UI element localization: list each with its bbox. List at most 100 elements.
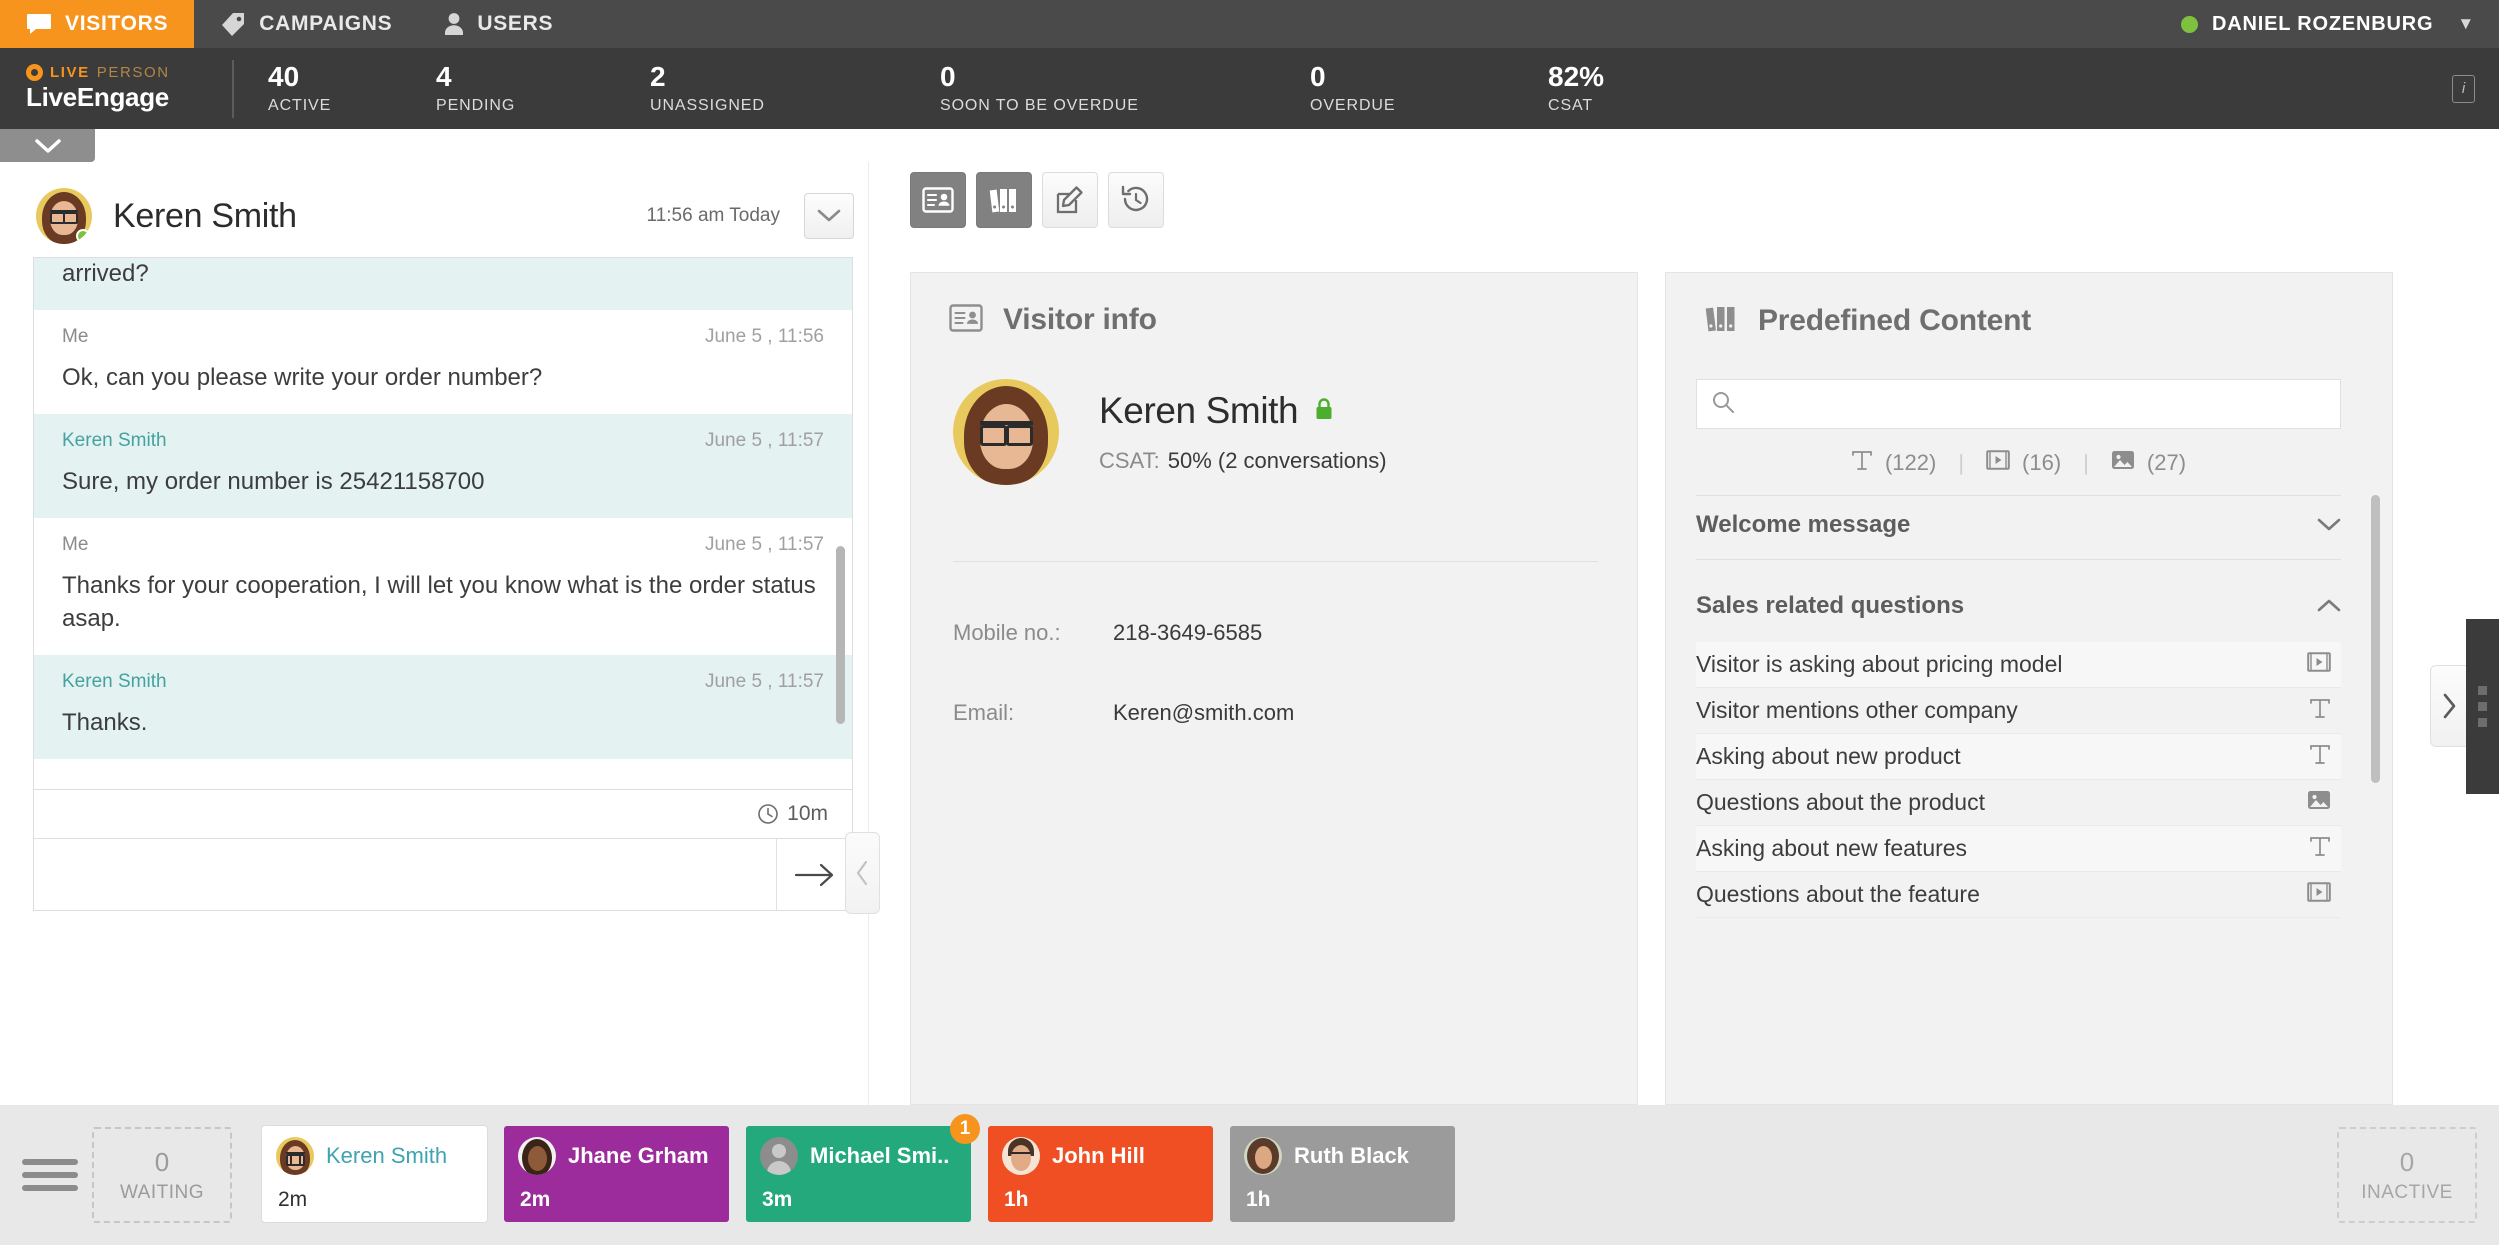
search-input[interactable] <box>1747 392 2326 416</box>
image-icon <box>2111 449 2135 477</box>
nav-tab-visitors[interactable]: VISITORS <box>0 0 195 48</box>
divider <box>1696 559 2341 560</box>
kpi-overdue[interactable]: 0 OVERDUE <box>1276 61 1514 115</box>
conversation-chip-john-hill[interactable]: John Hill 1h <box>988 1126 1213 1222</box>
predefined-content-search[interactable] <box>1696 379 2341 429</box>
chat-message-author: Me <box>62 326 89 348</box>
chevron-down-icon <box>817 209 841 222</box>
conversation-chip-keren-smith[interactable]: Keren Smith 2m <box>262 1126 487 1222</box>
inactive-label: INACTIVE <box>2361 1181 2453 1203</box>
chat-duration-value: 10m <box>787 802 828 825</box>
tag-icon <box>220 12 246 36</box>
predefined-item-1[interactable]: Visitor mentions other company <box>1696 688 2341 734</box>
predefined-content-icon[interactable] <box>976 172 1032 228</box>
kpi-active[interactable]: 40 ACTIVE <box>234 61 402 115</box>
avatar <box>1002 1137 1040 1175</box>
predefined-item-3[interactable]: Questions about the product <box>1696 780 2341 826</box>
liveperson-gear-icon <box>26 64 43 81</box>
predefined-item-4[interactable]: Asking about new features <box>1696 826 2341 872</box>
predefined-item-5[interactable]: Questions about the feature <box>1696 872 2341 918</box>
conversation-chip-michael-smith[interactable]: 1 Michael Smi.. 3m <box>746 1114 980 1222</box>
person-icon <box>444 12 464 36</box>
chat-header: Keren Smith 11:56 am Today <box>0 162 890 252</box>
conversation-chip-jhane-grham[interactable]: Jhane Grham 2m <box>504 1126 729 1222</box>
brand-person-text: PERSON <box>96 64 170 81</box>
collapse-panel-button[interactable] <box>0 129 95 162</box>
kpi-csat[interactable]: 82% CSAT <box>1514 61 1714 115</box>
kpi-soon-overdue[interactable]: 0 SOON TO BE OVERDUE <box>906 61 1276 115</box>
predefined-content-header: Predefined Content <box>1666 273 2392 338</box>
predefined-group-sales-related-questions-label: Sales related questions <box>1696 592 1965 619</box>
conversation-chip-ruth-black[interactable]: Ruth Black 1h <box>1230 1126 1455 1222</box>
chat-composer[interactable] <box>33 839 853 911</box>
predefined-item-2[interactable]: Asking about new product <box>1696 734 2341 780</box>
conversation-chip-time: 1h <box>1246 1188 1271 1211</box>
count-video-group[interactable]: (16) <box>1986 449 2061 477</box>
chat-scrollbar[interactable] <box>836 546 845 724</box>
online-status-dot <box>76 229 90 243</box>
chat-message: Me June 5 , 11:56 Ok, can you please wri… <box>34 310 852 414</box>
text-icon <box>2309 835 2331 863</box>
kpi-pending-label: PENDING <box>436 97 516 115</box>
predefined-group-sales-related-questions[interactable]: Sales related questions <box>1696 578 2341 634</box>
visitor-csat-label: CSAT: <box>1099 448 1160 473</box>
chat-visitor-name: Keren Smith <box>113 196 297 235</box>
send-button[interactable] <box>776 839 852 910</box>
edit-note-icon[interactable] <box>1042 172 1098 228</box>
menu-icon[interactable] <box>22 1159 78 1191</box>
nav-tab-campaigns[interactable]: CAMPAIGNS <box>194 0 418 48</box>
visitor-info-icon[interactable] <box>910 172 966 228</box>
chat-message-input[interactable] <box>34 839 776 910</box>
conversation-chip-name: Keren Smith <box>326 1143 448 1168</box>
waiting-count: 0 <box>154 1146 170 1177</box>
kpi-soon-overdue-label: SOON TO BE OVERDUE <box>940 97 1139 115</box>
chat-message-author: Keren Smith <box>62 670 167 692</box>
agent-menu[interactable]: DANIEL ROZENBURG ▼ <box>2181 0 2499 48</box>
nav-tab-campaigns-label: CAMPAIGNS <box>259 12 393 35</box>
predefined-group-welcome-message-label: Welcome message <box>1696 511 1911 538</box>
predefined-content-card: Predefined Content (122) | (16) | (27) W… <box>1665 272 2393 1105</box>
conversation-chip-time: 3m <box>762 1188 793 1211</box>
predefined-item-5-label: Questions about the feature <box>1696 881 1980 907</box>
collapse-chat-panel-button[interactable] <box>845 832 880 914</box>
predefined-item-4-label: Asking about new features <box>1696 835 1968 861</box>
info-icon[interactable]: i <box>2452 74 2475 103</box>
avatar <box>36 188 92 244</box>
right-collapsed-rail[interactable] <box>2466 619 2499 794</box>
waiting-slot[interactable]: 0 WAITING <box>92 1127 232 1223</box>
chat-message: arrived? <box>34 258 852 311</box>
nav-tab-users[interactable]: USERS <box>418 0 579 48</box>
visitor-csat-value: 50% (2 conversations) <box>1167 448 1387 473</box>
predefined-content-scrollbar[interactable] <box>2371 495 2380 783</box>
visitor-csat: CSAT: 50% (2 conversations) <box>1099 448 1387 474</box>
visitor-field-mobile: Mobile no.: 218-3649-6585 <box>953 620 1262 646</box>
nav-tab-users-label: USERS <box>477 12 554 35</box>
chat-duration-bar: 10m <box>33 789 853 839</box>
count-image-group[interactable]: (27) <box>2111 449 2186 477</box>
green-lock-icon <box>1314 397 1334 426</box>
chevron-right-icon <box>2443 693 2455 719</box>
visitor-info-icon <box>949 303 983 337</box>
chat-message: Keren Smith June 5 , 11:57 Sure, my orde… <box>34 414 852 519</box>
avatar-placeholder-icon <box>760 1137 798 1175</box>
chat-options-button[interactable] <box>804 193 854 239</box>
chat-transcript[interactable]: arrived? Me June 5 , 11:56 Ok, can you p… <box>33 257 853 789</box>
history-icon[interactable] <box>1108 172 1164 228</box>
count-text-group[interactable]: (122) <box>1851 449 1936 477</box>
predefined-group-welcome-message[interactable]: Welcome message <box>1696 497 2341 553</box>
waiting-label: WAITING <box>119 1181 205 1203</box>
count-text-value: (122) <box>1884 450 1937 475</box>
kpi-unassigned[interactable]: 2 UNASSIGNED <box>616 61 906 115</box>
kpi-overdue-label: OVERDUE <box>1310 97 1396 115</box>
chevron-down-icon <box>34 138 61 153</box>
expand-right-panel-button[interactable] <box>2430 665 2466 747</box>
inactive-slot[interactable]: 0 INACTIVE <box>2337 1127 2477 1223</box>
conversation-chip-time: 1h <box>1004 1188 1029 1211</box>
predefined-item-0[interactable]: Visitor is asking about pricing model <box>1696 642 2341 688</box>
count-image-value: (27) <box>2146 450 2187 475</box>
text-icon <box>2309 697 2331 725</box>
panel-toolbar <box>910 172 1164 228</box>
nav-tab-visitors-label: VISITORS <box>65 12 169 35</box>
kpi-pending[interactable]: 4 PENDING <box>402 61 616 115</box>
visitor-field-email-label: Email: <box>953 700 1015 725</box>
